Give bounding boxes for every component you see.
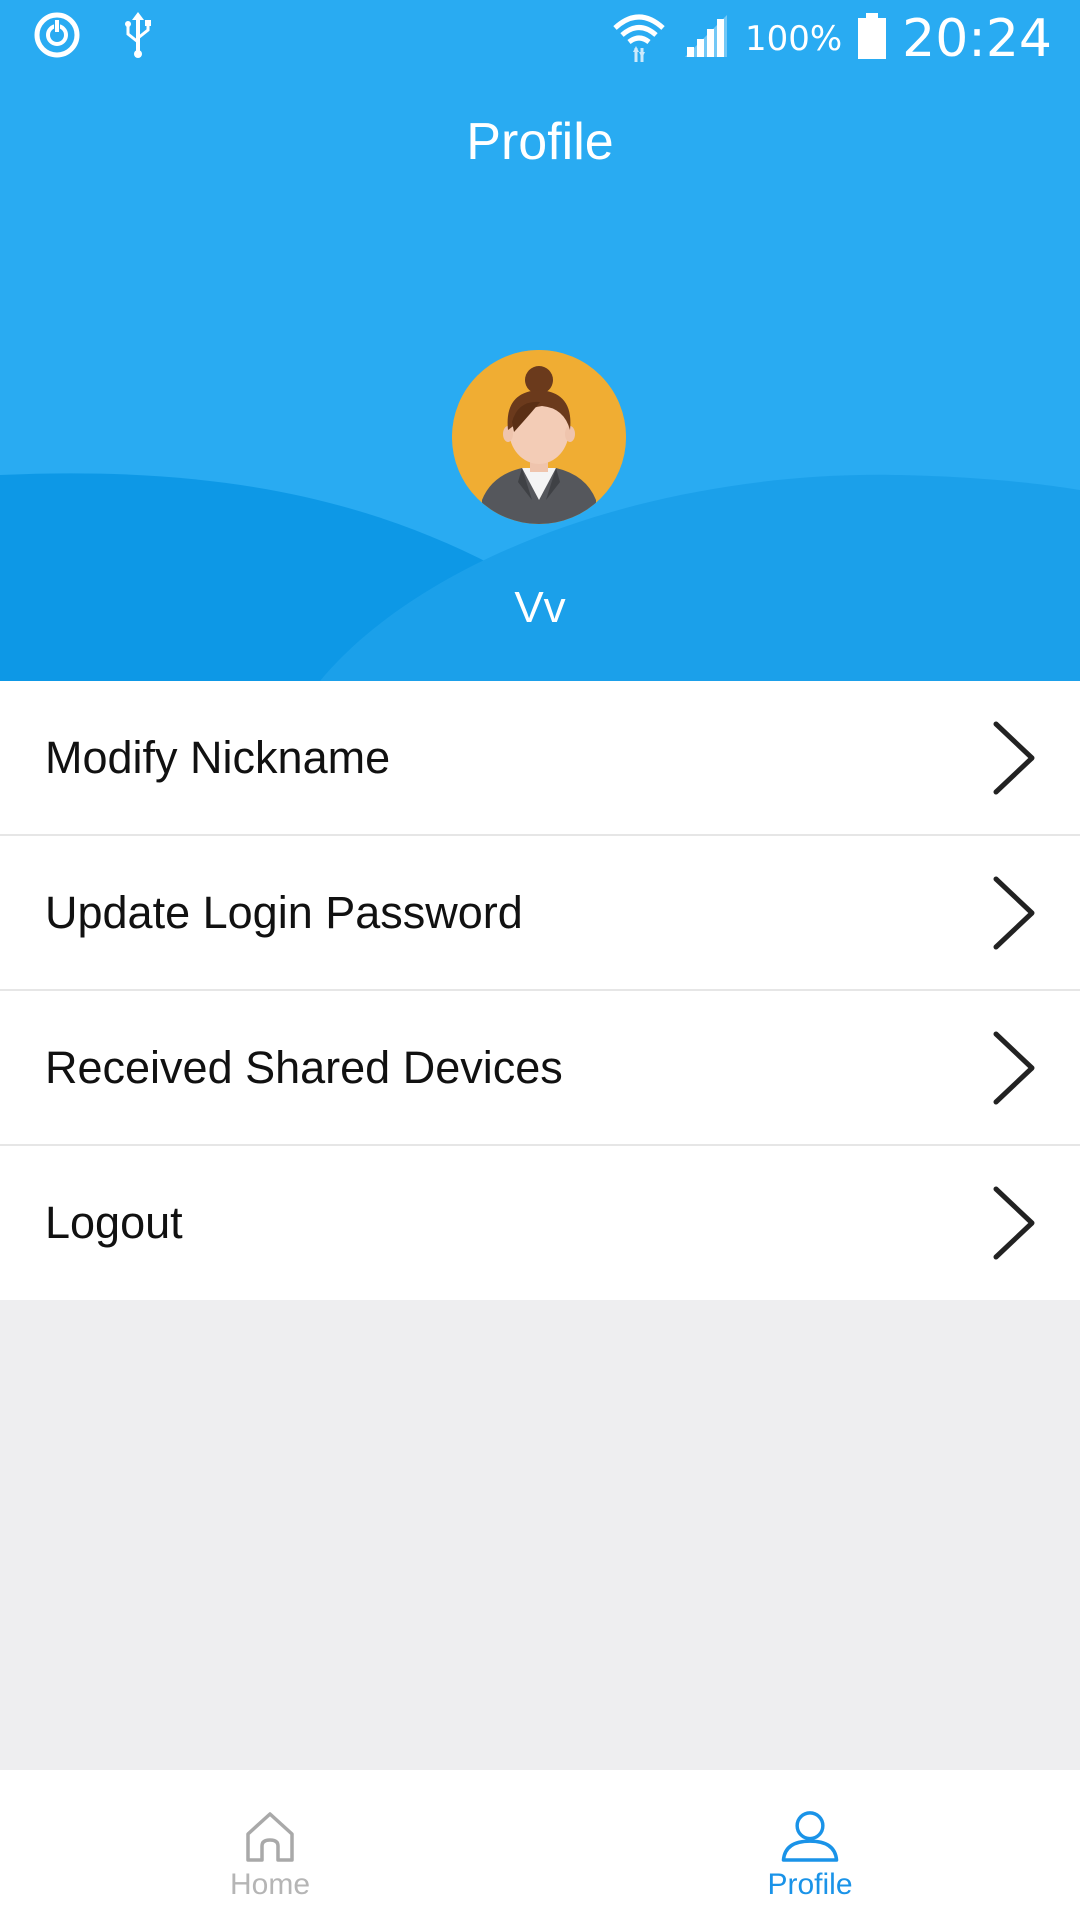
avatar[interactable] bbox=[452, 350, 626, 524]
menu-item-label: Received Shared Devices bbox=[45, 1041, 563, 1093]
menu-item-label: Logout bbox=[45, 1197, 183, 1248]
menu-item-label: Modify Nickname bbox=[45, 731, 391, 783]
home-icon bbox=[246, 1812, 294, 1862]
profile-header: 100% 20:24 Profile Vv bbox=[0, 0, 1080, 681]
header-wave-decoration bbox=[0, 473, 1080, 681]
tab-home-label: Home bbox=[229, 1868, 311, 1901]
menu-item-received-shared-devices[interactable]: Received Shared Devices bbox=[0, 991, 1080, 1146]
chevron-right-icon bbox=[993, 1186, 1035, 1260]
menu-item-label: Update Login Password bbox=[45, 886, 523, 938]
bottom-tab-bar: Home Profile bbox=[0, 1770, 1080, 1920]
status-bar: 100% 20:24 bbox=[0, 0, 1080, 76]
tab-profile-label: Profile bbox=[767, 1868, 853, 1901]
usb-icon bbox=[120, 10, 156, 65]
battery-icon bbox=[856, 11, 888, 66]
menu-item-logout[interactable]: Logout bbox=[0, 1146, 1080, 1300]
battery-percent: 100% bbox=[744, 18, 843, 59]
tab-home[interactable]: Home bbox=[0, 1770, 540, 1920]
menu-item-modify-nickname[interactable]: Modify Nickname bbox=[0, 681, 1080, 836]
menu-item-update-login-password[interactable]: Update Login Password bbox=[0, 836, 1080, 991]
chevron-right-icon bbox=[993, 876, 1035, 949]
chevron-right-icon bbox=[993, 1031, 1035, 1104]
page-title: Profile bbox=[466, 113, 614, 171]
sync-icon bbox=[32, 10, 82, 65]
username: Vv bbox=[514, 583, 566, 632]
signal-icon bbox=[681, 11, 731, 66]
wifi-icon bbox=[611, 8, 667, 69]
status-time: 20:24 bbox=[902, 8, 1052, 69]
chevron-right-icon bbox=[993, 721, 1035, 794]
profile-menu: Modify Nickname Update Login Password Re… bbox=[0, 681, 1080, 1300]
tab-profile[interactable]: Profile bbox=[540, 1770, 1080, 1920]
person-icon bbox=[781, 1811, 839, 1862]
